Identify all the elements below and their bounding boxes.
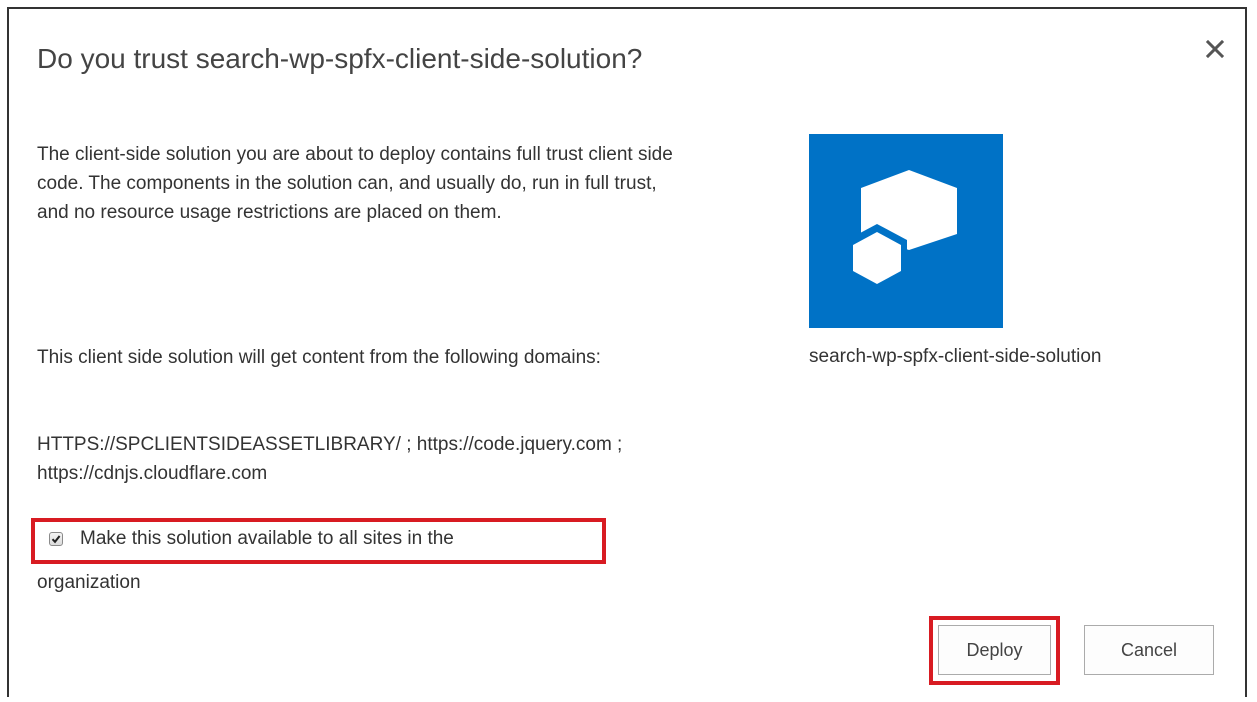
- close-icon: [1206, 40, 1224, 58]
- solution-icon-tile: [809, 134, 1003, 328]
- domains-intro: This client side solution will get conte…: [37, 347, 601, 368]
- dialog-title: Do you trust search-wp-spfx-client-side-…: [37, 43, 643, 74]
- cancel-button[interactable]: Cancel: [1084, 625, 1214, 675]
- solution-name: search-wp-spfx-client-side-solution: [809, 346, 1102, 367]
- trust-description: The client-side solution you are about t…: [37, 144, 673, 223]
- tenant-deploy-checkbox[interactable]: [49, 532, 63, 546]
- close-button[interactable]: [1200, 34, 1230, 64]
- domains-list: HTTPS://SPCLIENTSIDEASSETLIBRARY/ ; http…: [37, 434, 623, 484]
- trust-dialog: Do you trust search-wp-spfx-client-side-…: [7, 7, 1247, 697]
- tenant-deploy-label-line1[interactable]: Make this solution available to all site…: [80, 527, 454, 551]
- deploy-button[interactable]: Deploy: [938, 625, 1051, 675]
- tenant-deploy-label-line2[interactable]: organization: [37, 571, 141, 595]
- sharepoint-app-icon: [847, 170, 957, 290]
- checkmark-icon: [51, 535, 61, 544]
